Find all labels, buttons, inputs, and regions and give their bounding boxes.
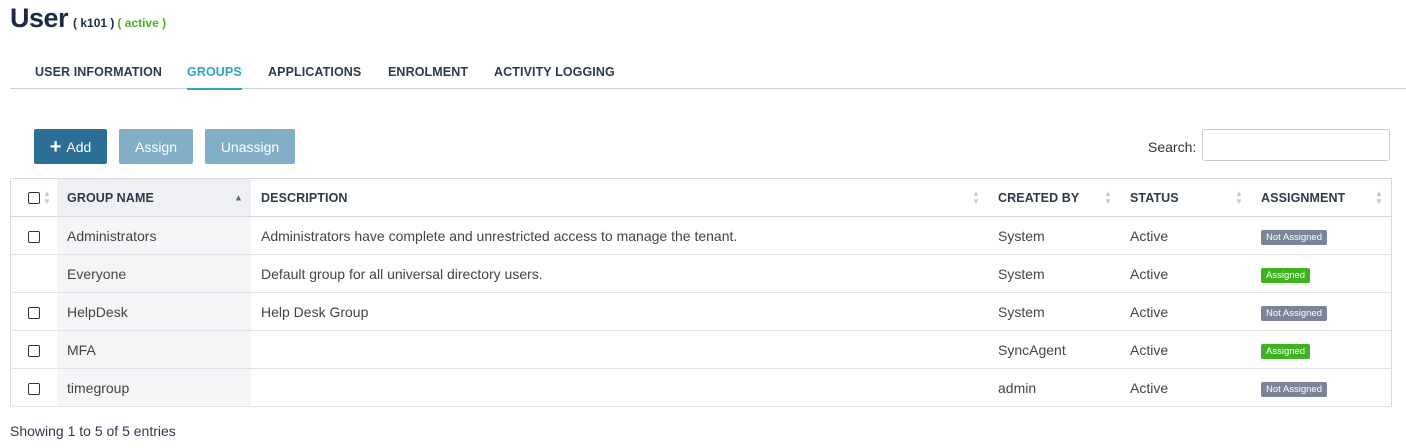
description-cell <box>251 368 988 407</box>
row-select-cell <box>10 330 57 369</box>
group-name-cell: timegroup <box>57 368 251 407</box>
column-label: DESCRIPTION <box>261 190 348 205</box>
row-select-cell <box>10 216 57 255</box>
column-header-status[interactable]: STATUS ▲ ▼ <box>1120 178 1251 217</box>
table-row[interactable]: MFA SyncAgent Active Assigned <box>10 330 1392 369</box>
tab-applications[interactable]: APPLICATIONS <box>268 65 361 79</box>
assignment-cell: Not Assigned <box>1251 216 1392 255</box>
created-by-cell: SyncAgent <box>988 330 1120 369</box>
created-by-cell: System <box>988 254 1120 293</box>
row-select-cell <box>10 368 57 407</box>
user-id: ( k101 ) <box>73 16 115 30</box>
group-name-cell: Administrators <box>57 216 251 255</box>
status-cell: Active <box>1120 368 1251 407</box>
page-title: User <box>10 3 69 33</box>
created-by-cell: System <box>988 216 1120 255</box>
unassign-button[interactable]: Unassign <box>205 129 295 164</box>
row-checkbox[interactable] <box>28 230 40 243</box>
table-row[interactable]: Administrators Administrators have compl… <box>10 216 1392 255</box>
table-row[interactable]: timegroup admin Active Not Assigned <box>10 368 1392 407</box>
tab-groups[interactable]: GROUPS <box>187 65 242 90</box>
sort-ascending-icon: ▲ <box>233 192 243 202</box>
status-cell: Active <box>1120 292 1251 331</box>
page-header: User ( k101 ) ( active ) <box>10 3 166 34</box>
table-info: Showing 1 to 5 of 5 entries <box>10 423 176 439</box>
search-input[interactable] <box>1202 129 1390 161</box>
column-header-description[interactable]: DESCRIPTION ▲ ▼ <box>251 178 988 217</box>
description-cell: Administrators have complete and unrestr… <box>251 216 988 255</box>
row-checkbox[interactable] <box>28 344 40 357</box>
select-all-header: ▲ ▼ <box>10 178 57 217</box>
select-all-checkbox[interactable] <box>28 192 40 205</box>
add-button[interactable]: + Add <box>34 129 107 164</box>
table-row[interactable]: HelpDesk Help Desk Group System Active N… <box>10 292 1392 331</box>
tab-user-information[interactable]: USER INFORMATION <box>35 65 162 79</box>
sort-icon[interactable]: ▲ ▼ <box>43 189 51 206</box>
row-checkbox[interactable] <box>28 306 40 319</box>
status-cell: Active <box>1120 330 1251 369</box>
column-header-assignment[interactable]: ASSIGNMENT ▲ ▼ <box>1251 178 1392 217</box>
status-cell: Active <box>1120 254 1251 293</box>
tab-enrolment[interactable]: ENROLMENT <box>388 65 468 79</box>
assignment-cell: Assigned <box>1251 330 1392 369</box>
created-by-cell: admin <box>988 368 1120 407</box>
assigned-badge: Assigned <box>1261 267 1311 283</box>
sort-icon: ▲ ▼ <box>1103 188 1112 206</box>
status-cell: Active <box>1120 216 1251 255</box>
add-button-label: Add <box>66 138 92 155</box>
row-select-cell <box>10 292 57 331</box>
assignment-cell: Not Assigned <box>1251 292 1392 331</box>
groups-table: ▲ ▼ GROUP NAME ▲ DESCRIPTION ▲ ▼ CREATED B… <box>10 178 1392 407</box>
table-row[interactable]: Everyone Default group for all universal… <box>10 254 1392 293</box>
description-cell: Default group for all universal director… <box>251 254 988 293</box>
plus-icon: + <box>49 135 62 158</box>
assignment-cell: Assigned <box>1251 254 1392 293</box>
group-name-cell: Everyone <box>57 254 251 293</box>
tab-bar: USER INFORMATION GROUPS APPLICATIONS ENR… <box>10 55 1406 90</box>
column-label: STATUS <box>1130 190 1179 205</box>
row-checkbox[interactable] <box>28 382 40 395</box>
column-label: GROUP NAME <box>67 190 154 205</box>
created-by-cell: System <box>988 292 1120 331</box>
column-header-created-by[interactable]: CREATED BY ▲ ▼ <box>988 178 1120 217</box>
assigned-badge: Assigned <box>1261 343 1311 359</box>
description-cell: Help Desk Group <box>251 292 988 331</box>
table-header-row: ▲ ▼ GROUP NAME ▲ DESCRIPTION ▲ ▼ CREATED B… <box>10 178 1392 217</box>
assignment-cell: Not Assigned <box>1251 368 1392 407</box>
sort-icon: ▲ ▼ <box>1234 188 1243 206</box>
description-cell <box>251 330 988 369</box>
group-name-cell: MFA <box>57 330 251 369</box>
sort-icon: ▲ ▼ <box>971 188 980 206</box>
column-header-group-name[interactable]: GROUP NAME ▲ <box>57 178 251 217</box>
user-status: ( active ) <box>117 16 167 30</box>
not-assigned-badge: Not Assigned <box>1261 305 1327 321</box>
column-label: CREATED BY <box>998 190 1080 205</box>
assign-button[interactable]: Assign <box>119 129 193 164</box>
row-select-cell <box>10 254 57 293</box>
search-label: Search: <box>1148 139 1197 155</box>
column-label: ASSIGNMENT <box>1261 190 1346 205</box>
sort-icon: ▲ ▼ <box>1374 188 1383 206</box>
tab-activity-logging[interactable]: ACTIVITY LOGGING <box>494 65 615 79</box>
not-assigned-badge: Not Assigned <box>1261 229 1327 245</box>
not-assigned-badge: Not Assigned <box>1261 381 1327 397</box>
group-name-cell: HelpDesk <box>57 292 251 331</box>
